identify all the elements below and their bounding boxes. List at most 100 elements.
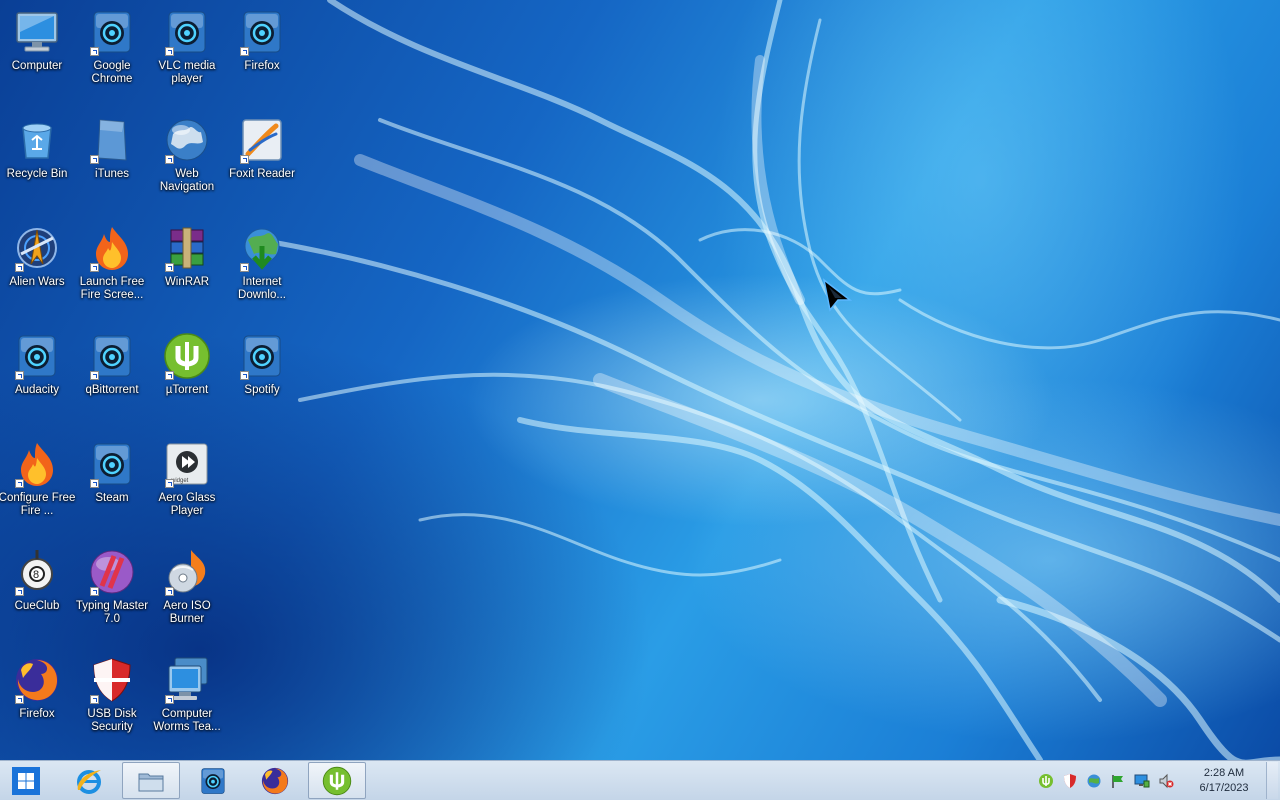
shortcut-arrow-icon: [240, 155, 249, 164]
system-tray: [1036, 769, 1176, 793]
monitor-network-icon[interactable]: [1132, 771, 1152, 791]
desktop-icon-label: USB Disk Security: [87, 708, 137, 733]
desktop-icon-spotify[interactable]: Spotify: [225, 326, 299, 430]
shortcut-arrow-icon: [240, 263, 249, 272]
media-player-icon: widget: [163, 440, 211, 488]
desktop-icon-launch-free-fire-scree[interactable]: Launch Free Fire Scree...: [75, 218, 149, 322]
desktop-icon-label: WinRAR: [164, 276, 210, 288]
desktop-icon-recycle-bin[interactable]: Recycle Bin: [0, 110, 74, 214]
desktop-icon-label: Computer: [11, 60, 63, 72]
desktop-icon-label: Internet Downlo...: [238, 276, 286, 301]
desktop-icon-torrent[interactable]: µTorrent: [150, 326, 224, 430]
monitor-stack-icon: [163, 656, 211, 704]
shortcut-arrow-icon: [240, 371, 249, 380]
desktop-icon-qbittorrent[interactable]: qBittorrent: [75, 326, 149, 430]
clock[interactable]: 2:28 AM 6/17/2023: [1188, 766, 1260, 796]
desktop-icon-label: Typing Master 7.0: [75, 600, 149, 625]
desktop-icon-label: Google Chrome: [91, 60, 133, 85]
desktop-icon-label: Computer Worms Tea...: [153, 708, 221, 733]
media-disc-icon: [88, 8, 136, 56]
desktop[interactable]: Computer Google Chrome VLC media player Fir…: [0, 0, 1280, 760]
shortcut-arrow-icon: [15, 371, 24, 380]
media-disc-icon: [238, 8, 286, 56]
shortcut-arrow-icon: [15, 587, 24, 596]
typing-icon: [88, 548, 136, 596]
taskbar: 2:28 AM 6/17/2023: [0, 760, 1280, 800]
taskbar-button-firefox[interactable]: [246, 762, 304, 799]
media-disc-icon: [88, 332, 136, 380]
desktop-icon-computer[interactable]: Computer: [0, 2, 74, 106]
folder-icon: [136, 766, 166, 796]
desktop-icon-vlc-media-player[interactable]: VLC media player: [150, 2, 224, 106]
desktop-icon-steam[interactable]: Steam: [75, 434, 149, 538]
desktop-icon-itunes[interactable]: iTunes: [75, 110, 149, 214]
svg-text:8: 8: [33, 569, 39, 581]
desktop-icon-label: Aero Glass Player: [158, 492, 216, 517]
desktop-icon-cueclub[interactable]: 8 CueClub: [0, 542, 74, 646]
desktop-icon-configure-free-fire[interactable]: Configure Free Fire ...: [0, 434, 75, 538]
desktop-icon-label: Aero ISO Burner: [163, 600, 211, 625]
shortcut-arrow-icon: [165, 263, 174, 272]
media-disc-icon: [88, 440, 136, 488]
desktop-icon-label: µTorrent: [165, 384, 209, 396]
desktop-icon-firefox[interactable]: Firefox: [225, 2, 299, 106]
desktop-icon-label: VLC media player: [158, 60, 216, 85]
windows-logo-icon: [12, 766, 40, 795]
flag-icon[interactable]: [1108, 771, 1128, 791]
utorrent-icon: [322, 766, 352, 796]
billiard-icon: 8: [13, 548, 61, 596]
shortcut-arrow-icon: [15, 479, 24, 488]
desktop-icon-typing-master-7-0[interactable]: Typing Master 7.0: [75, 542, 149, 646]
desktop-icon-google-chrome[interactable]: Google Chrome: [75, 2, 149, 106]
desktop-icon-alien-wars[interactable]: Alien Wars: [0, 218, 74, 322]
desktop-icon-label: CueClub: [14, 600, 60, 612]
clock-date: 6/17/2023: [1199, 782, 1249, 794]
utorrent-icon: [163, 332, 211, 380]
desktop-icon-firefox[interactable]: Firefox: [0, 650, 74, 754]
desktop-icon-label: Firefox: [19, 708, 55, 720]
media-disc-icon: [198, 766, 228, 796]
start-button[interactable]: [4, 762, 48, 799]
desktop-icon-winrar[interactable]: WinRAR: [150, 218, 224, 322]
clock-time: 2:28 AM: [1203, 767, 1245, 779]
shortcut-arrow-icon: [90, 47, 99, 56]
shortcut-arrow-icon: [90, 155, 99, 164]
desktop-icon-label: Foxit Reader: [229, 168, 295, 180]
desktop-icon-label: Launch Free Fire Scree...: [79, 276, 145, 301]
shortcut-arrow-icon: [15, 695, 24, 704]
flame-icon: [88, 224, 136, 272]
pdf-reader-icon: [238, 116, 286, 164]
firefox-icon: [260, 766, 290, 796]
shortcut-arrow-icon: [90, 371, 99, 380]
desktop-icon-label: Web Navigation: [159, 168, 215, 193]
taskbar-button-internet-explorer[interactable]: [60, 762, 118, 799]
blank-document-icon: [88, 116, 136, 164]
volume-muted-icon[interactable]: [1156, 771, 1176, 791]
taskbar-button-file-explorer[interactable]: [122, 762, 180, 799]
shortcut-arrow-icon: [165, 587, 174, 596]
shortcut-arrow-icon: [15, 263, 24, 272]
utorrent-tray-icon[interactable]: [1036, 771, 1056, 791]
disc-burner-icon: [163, 548, 211, 596]
desktop-icon-label: Alien Wars: [9, 276, 65, 288]
desktop-icon-label: qBittorrent: [85, 384, 139, 396]
desktop-icon-audacity[interactable]: Audacity: [0, 326, 74, 430]
shield-tray-icon[interactable]: [1060, 771, 1080, 791]
archive-books-icon: [163, 224, 211, 272]
download-globe-icon: [238, 224, 286, 272]
show-desktop-button[interactable]: [1266, 762, 1278, 799]
desktop-icon-computer-worms-tea[interactable]: Computer Worms Tea...: [150, 650, 224, 754]
taskbar-button-utorrent[interactable]: [308, 762, 366, 799]
desktop-icon-usb-disk-security[interactable]: USB Disk Security: [75, 650, 149, 754]
desktop-icon-label: Firefox: [244, 60, 280, 72]
taskbar-button-media-app[interactable]: [184, 762, 242, 799]
desktop-icon-aero-iso-burner[interactable]: Aero ISO Burner: [150, 542, 224, 646]
desktop-icon-internet-downlo[interactable]: Internet Downlo...: [225, 218, 299, 322]
network-globe-icon[interactable]: [1084, 771, 1104, 791]
desktop-icon-aero-glass-player[interactable]: widget Aero Glass Player: [150, 434, 224, 538]
media-disc-icon: [13, 332, 61, 380]
desktop-icon-web-navigation[interactable]: Web Navigation: [150, 110, 224, 214]
shortcut-arrow-icon: [165, 155, 174, 164]
desktop-icon-foxit-reader[interactable]: Foxit Reader: [225, 110, 299, 214]
recycle-bin-icon: [13, 116, 61, 164]
